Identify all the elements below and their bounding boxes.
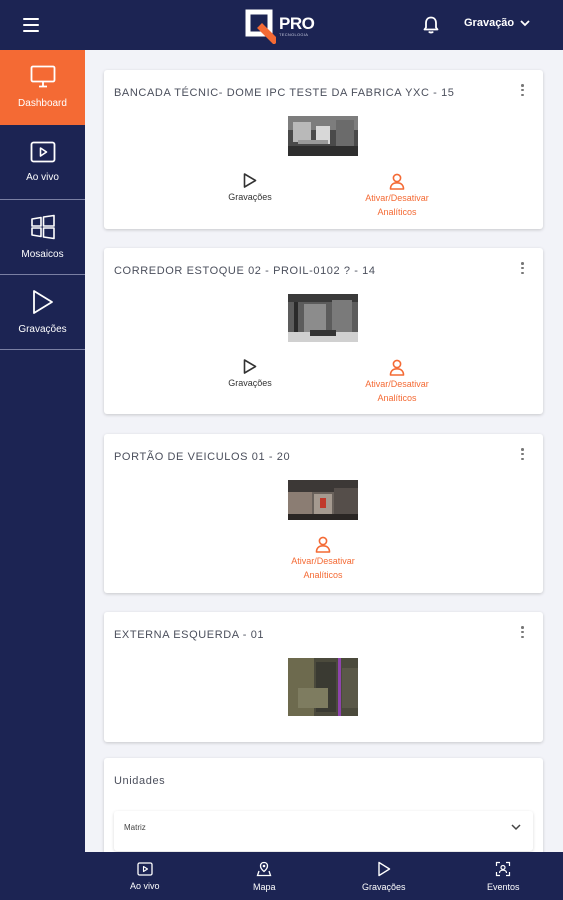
user-menu-label: Gravação <box>464 17 515 29</box>
user-icon <box>389 359 405 376</box>
logo-text: PRO <box>279 14 315 33</box>
map-icon <box>256 861 272 876</box>
bottom-nav-label: Ao vivo <box>129 880 160 891</box>
chevron-down-icon <box>520 19 530 26</box>
camera-thumbnail[interactable] <box>288 116 358 156</box>
play-icon <box>243 173 257 188</box>
user-icon <box>389 173 405 190</box>
bell-icon[interactable] <box>421 15 441 35</box>
units-select[interactable]: Matriz <box>114 811 533 851</box>
sidebar-item-label: Ao vivo <box>26 172 59 183</box>
camera-card: PORTÃO DE VEICULOS 01 - 20 Ativar/Desati… <box>104 434 543 593</box>
units-title: Unidades <box>114 775 166 787</box>
sidebar-item-mosaicos[interactable]: Mosaicos <box>0 200 85 275</box>
camera-thumbnail[interactable] <box>288 658 358 716</box>
face-scan-icon <box>496 861 511 876</box>
recordings-label: Gravações <box>228 192 272 202</box>
analytics-label: Analíticos <box>303 570 343 580</box>
bottom-nav-gravacoes[interactable]: Gravações <box>324 852 444 900</box>
camera-title: CORREDOR ESTOQUE 02 - PROIL-0102 ? - 14 <box>114 265 376 277</box>
chevron-down-icon <box>511 824 521 831</box>
analytics-label: Ativar/Desativar <box>365 379 429 389</box>
toggle-analytics-button[interactable]: Ativar/Desativar Analíticos <box>278 535 368 582</box>
toggle-analytics-button[interactable]: Ativar/Desativar Analíticos <box>352 358 442 405</box>
analytics-label: Ativar/Desativar <box>365 193 429 203</box>
bottom-nav: Ao vivo Mapa Gravações Eventos <box>85 852 563 900</box>
camera-card: EXTERNA ESQUERDA - 01 <box>104 612 543 742</box>
analytics-label: Analíticos <box>377 207 417 217</box>
recordings-button[interactable]: Gravações <box>220 358 280 390</box>
play-icon <box>32 290 53 314</box>
bottom-nav-ao-vivo[interactable]: Ao vivo <box>85 852 205 900</box>
more-options-icon[interactable] <box>521 84 525 96</box>
hamburger-menu-icon[interactable] <box>21 16 41 34</box>
top-bar: PRO TECNOLOGIA Gravação <box>0 0 563 50</box>
bottom-nav-label: Gravações <box>361 881 406 892</box>
logo-mark-icon <box>242 8 279 45</box>
recordings-button[interactable]: Gravações <box>220 172 280 204</box>
units-card: Unidades Matriz <box>104 758 543 852</box>
logo-subtext: TECNOLOGIA <box>279 32 309 37</box>
play-icon <box>378 861 390 876</box>
camera-thumbnail[interactable] <box>288 480 358 520</box>
more-options-icon[interactable] <box>521 448 525 460</box>
sidebar-item-label: Mosaicos <box>21 249 64 260</box>
sidebar-item-label: Dashboard <box>18 98 67 109</box>
user-icon <box>315 536 331 553</box>
toggle-analytics-button[interactable]: Ativar/Desativar Analíticos <box>352 172 442 219</box>
logo: PRO TECNOLOGIA <box>242 5 322 47</box>
sidebar-item-label: Gravações <box>18 324 67 335</box>
bottom-nav-label: Eventos <box>486 881 520 892</box>
play-screen-icon <box>30 141 55 163</box>
bottom-nav-mapa[interactable]: Mapa <box>205 852 325 900</box>
more-options-icon[interactable] <box>521 262 525 274</box>
user-menu-dropdown[interactable]: Gravação <box>464 17 530 29</box>
sidebar-item-gravacoes[interactable]: Gravações <box>0 275 85 350</box>
camera-thumbnail[interactable] <box>288 294 358 342</box>
monitor-icon <box>30 65 55 88</box>
dashboard-content: BANCADA TÉCNIC- DOME IPC TESTE DA FABRIC… <box>85 50 563 852</box>
windows-icon <box>30 214 55 240</box>
analytics-label: Ativar/Desativar <box>291 556 355 566</box>
units-selected-value: Matriz <box>124 823 146 832</box>
camera-card: CORREDOR ESTOQUE 02 - PROIL-0102 ? - 14 … <box>104 248 543 414</box>
bottom-nav-label: Mapa <box>252 881 276 892</box>
camera-title: PORTÃO DE VEICULOS 01 - 20 <box>114 451 291 463</box>
camera-card: BANCADA TÉCNIC- DOME IPC TESTE DA FABRIC… <box>104 70 543 229</box>
play-icon <box>243 359 257 374</box>
sidebar-item-dashboard[interactable]: Dashboard <box>0 50 85 125</box>
sidebar-item-ao-vivo[interactable]: Ao vivo <box>0 125 85 200</box>
camera-title: BANCADA TÉCNIC- DOME IPC TESTE DA FABRIC… <box>114 87 455 99</box>
recordings-label: Gravações <box>228 378 272 388</box>
sidebar: Dashboard Ao vivo Mosaicos Gravações <box>0 50 85 900</box>
analytics-label: Analíticos <box>377 393 417 403</box>
more-options-icon[interactable] <box>521 626 525 638</box>
play-screen-icon <box>137 861 153 876</box>
bottom-nav-eventos[interactable]: Eventos <box>444 852 563 900</box>
camera-title: EXTERNA ESQUERDA - 01 <box>114 629 265 641</box>
